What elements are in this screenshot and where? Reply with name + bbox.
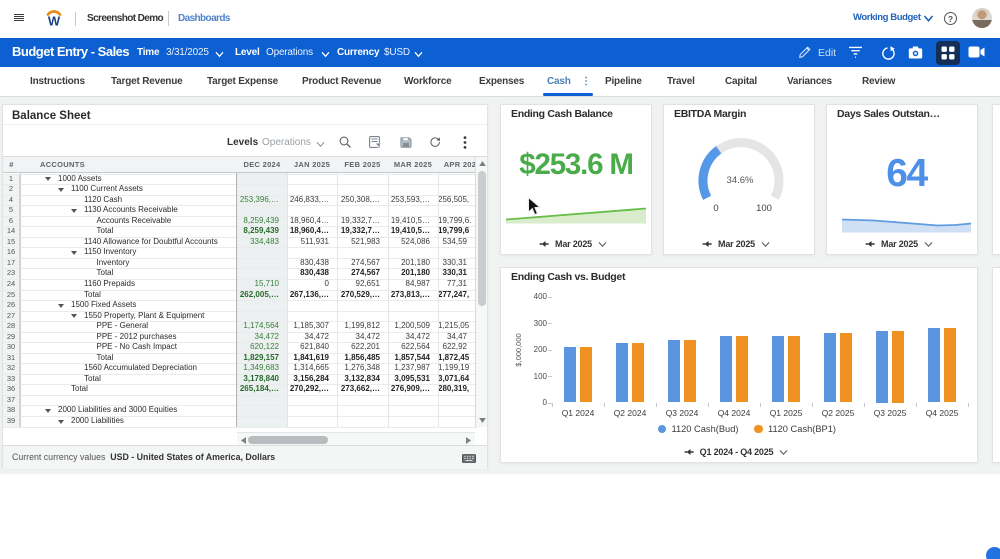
svg-text:W: W xyxy=(48,14,61,29)
